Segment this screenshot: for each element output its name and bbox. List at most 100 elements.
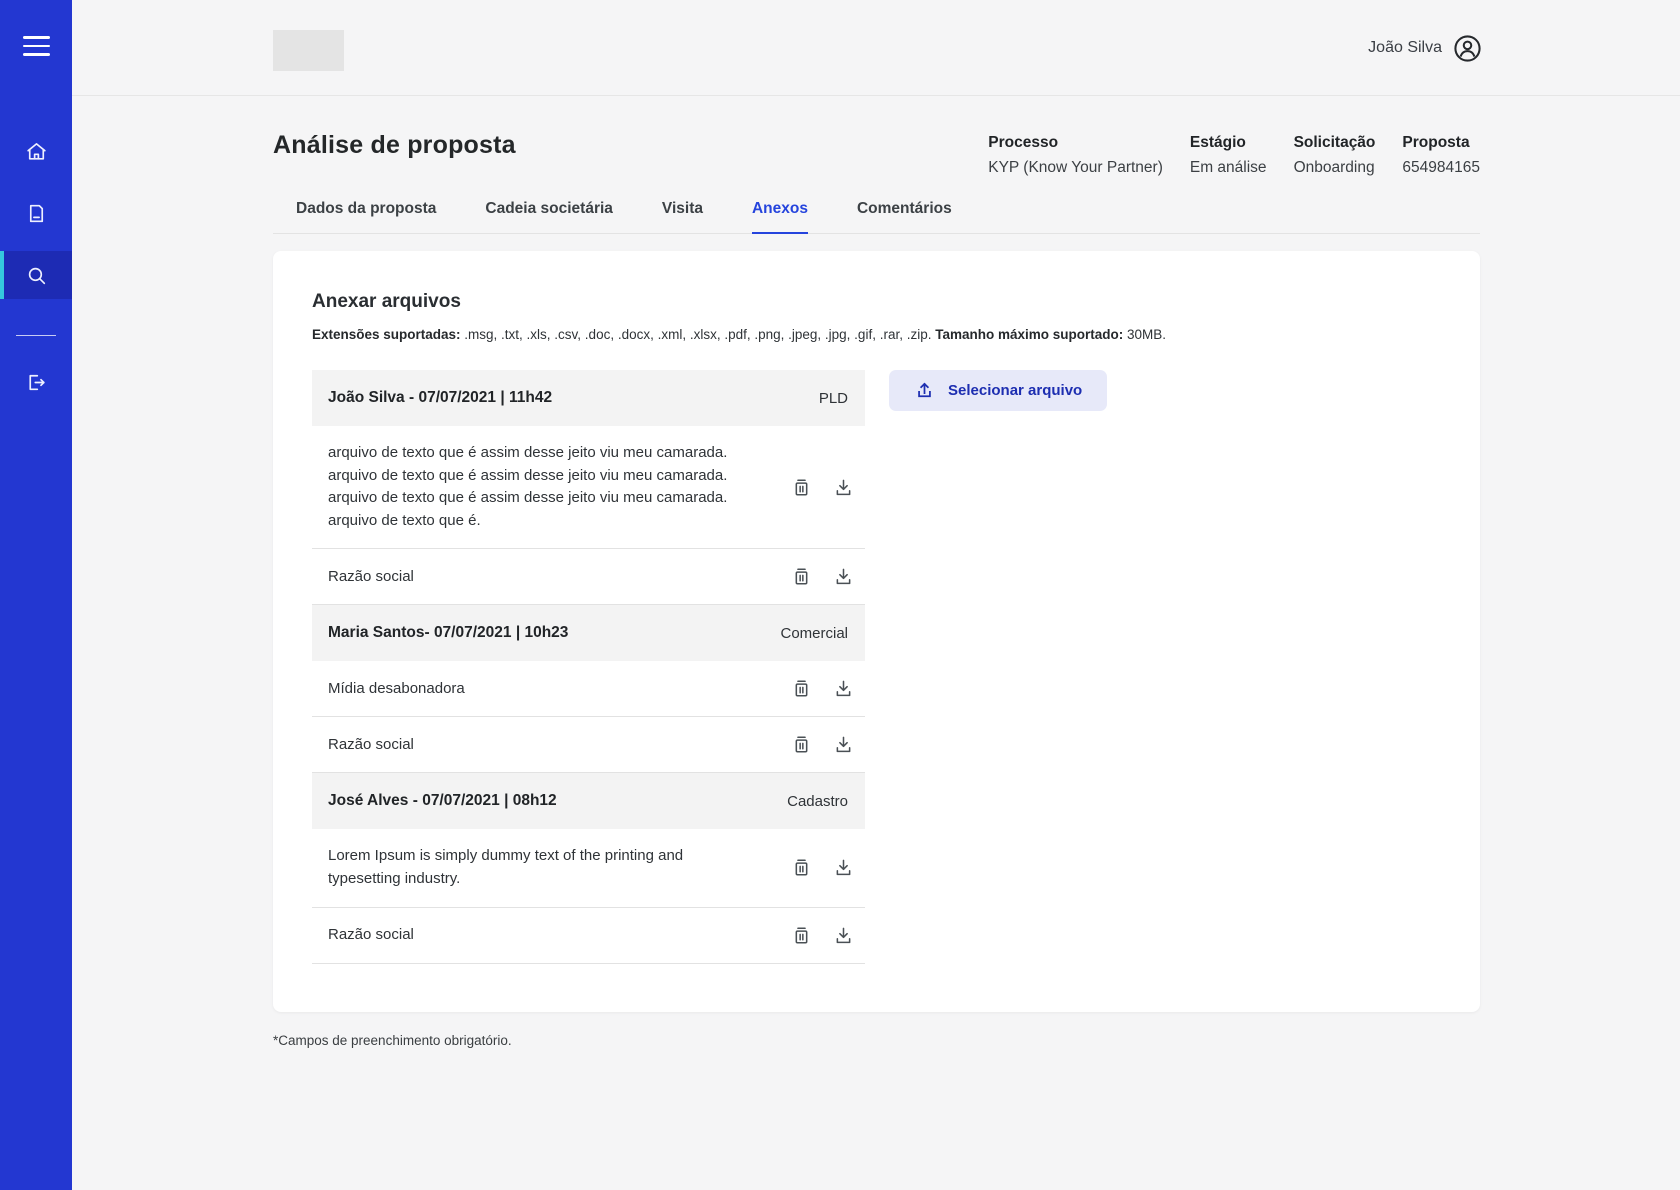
file-name: Lorem Ipsum is simply dummy text of the … bbox=[328, 845, 748, 890]
file-row-actions bbox=[790, 733, 855, 756]
file-group-header: José Alves - 07/07/2021 | 08h12 Cadastro bbox=[312, 773, 865, 829]
meta-value: Onboarding bbox=[1294, 159, 1376, 177]
supported-extensions-values: .msg, .txt, .xls, .csv, .doc, .docx, .xm… bbox=[461, 327, 936, 342]
search-icon bbox=[24, 263, 49, 288]
file-name: Razão social bbox=[328, 924, 414, 947]
sidebar-item-home[interactable] bbox=[0, 127, 72, 175]
tab-comentários[interactable]: Comentários bbox=[857, 200, 952, 234]
trash-icon bbox=[790, 476, 813, 499]
sidebar-item-search[interactable] bbox=[0, 251, 72, 299]
supported-extensions: Extensões suportadas: .msg, .txt, .xls, … bbox=[312, 327, 1440, 342]
hamburger-menu-icon[interactable] bbox=[23, 36, 50, 56]
attachments-heading: Anexar arquivos bbox=[312, 291, 1440, 313]
supported-extensions-label: Extensões suportadas: bbox=[312, 327, 461, 342]
max-size-label: Tamanho máximo suportado: bbox=[935, 327, 1123, 342]
download-icon bbox=[832, 476, 855, 499]
file-row-actions bbox=[790, 924, 855, 947]
delete-file-button[interactable] bbox=[790, 476, 813, 499]
file-list: João Silva - 07/07/2021 | 11h42 PLD arqu… bbox=[312, 370, 865, 964]
trash-icon bbox=[790, 856, 813, 879]
file-row: Razão social bbox=[312, 908, 865, 964]
file-group-rows: arquivo de texto que é assim desse jeito… bbox=[312, 426, 865, 605]
proposal-meta-item: Solicitação Onboarding bbox=[1294, 134, 1376, 177]
delete-file-button[interactable] bbox=[790, 924, 813, 947]
select-file-button-label: Selecionar arquivo bbox=[948, 382, 1082, 399]
proposal-meta-item: Estágio Em análise bbox=[1190, 134, 1267, 177]
sidebar-divider bbox=[16, 335, 56, 336]
user-name: João Silva bbox=[1368, 39, 1442, 57]
download-file-button[interactable] bbox=[832, 677, 855, 700]
logout-icon bbox=[24, 370, 49, 395]
upload-icon bbox=[914, 380, 935, 401]
file-group-rows: Mídia desabonadora Razão social bbox=[312, 661, 865, 773]
delete-file-button[interactable] bbox=[790, 565, 813, 588]
proposal-meta-item: Proposta 654984165 bbox=[1402, 134, 1480, 177]
tab-bar: Dados da proposta Cadeia societária Visi… bbox=[273, 200, 1480, 234]
file-group-title: José Alves - 07/07/2021 | 08h12 bbox=[328, 792, 557, 810]
file-row: Lorem Ipsum is simply dummy text of the … bbox=[312, 829, 865, 907]
sidebar bbox=[0, 0, 72, 1190]
home-icon bbox=[24, 139, 49, 164]
file-row: Razão social bbox=[312, 549, 865, 605]
title-row: Análise de proposta Processo KYP (Know Y… bbox=[273, 96, 1480, 177]
download-icon bbox=[832, 677, 855, 700]
delete-file-button[interactable] bbox=[790, 856, 813, 879]
user-avatar-icon bbox=[1453, 34, 1482, 63]
file-group-header: João Silva - 07/07/2021 | 11h42 PLD bbox=[312, 370, 865, 426]
delete-file-button[interactable] bbox=[790, 677, 813, 700]
download-icon bbox=[832, 856, 855, 879]
file-name: arquivo de texto que é assim desse jeito… bbox=[328, 442, 727, 532]
trash-icon bbox=[790, 565, 813, 588]
meta-label: Proposta bbox=[1402, 134, 1480, 152]
file-row-actions bbox=[790, 677, 855, 700]
app-logo bbox=[273, 30, 344, 71]
meta-label: Processo bbox=[988, 134, 1163, 152]
download-icon bbox=[832, 924, 855, 947]
file-group-rows: Lorem Ipsum is simply dummy text of the … bbox=[312, 829, 865, 963]
download-file-button[interactable] bbox=[832, 476, 855, 499]
file-group-tag: PLD bbox=[819, 390, 848, 407]
download-file-button[interactable] bbox=[832, 924, 855, 947]
file-group-tag: Cadastro bbox=[787, 793, 848, 810]
trash-icon bbox=[790, 924, 813, 947]
file-group-header: Maria Santos- 07/07/2021 | 10h23 Comerci… bbox=[312, 605, 865, 661]
page-title: Análise de proposta bbox=[273, 131, 516, 160]
file-name: Mídia desabonadora bbox=[328, 678, 465, 701]
meta-value: Em análise bbox=[1190, 159, 1267, 177]
attachments-card: Anexar arquivos Extensões suportadas: .m… bbox=[273, 251, 1480, 1012]
trash-icon bbox=[790, 677, 813, 700]
download-icon bbox=[832, 565, 855, 588]
file-row-actions bbox=[790, 856, 855, 879]
max-size-value: 30MB. bbox=[1123, 327, 1166, 342]
meta-value: 654984165 bbox=[1402, 159, 1480, 177]
tab-visita[interactable]: Visita bbox=[662, 200, 703, 234]
file-group-title: Maria Santos- 07/07/2021 | 10h23 bbox=[328, 624, 568, 642]
download-file-button[interactable] bbox=[832, 565, 855, 588]
sidebar-nav bbox=[0, 127, 72, 313]
top-header: João Silva bbox=[72, 0, 1680, 96]
sidebar-item-logout[interactable] bbox=[0, 358, 72, 406]
sidebar-item-documents[interactable] bbox=[0, 189, 72, 237]
proposal-meta-item: Processo KYP (Know Your Partner) bbox=[988, 134, 1163, 177]
download-file-button[interactable] bbox=[832, 733, 855, 756]
select-file-button[interactable]: Selecionar arquivo bbox=[889, 370, 1107, 411]
tab-cadeia-societária[interactable]: Cadeia societária bbox=[485, 200, 613, 234]
trash-icon bbox=[790, 733, 813, 756]
tab-dados-da-proposta[interactable]: Dados da proposta bbox=[296, 200, 436, 234]
download-file-button[interactable] bbox=[832, 856, 855, 879]
file-row-actions bbox=[790, 476, 855, 499]
main-content: Análise de proposta Processo KYP (Know Y… bbox=[273, 96, 1480, 1048]
file-group: José Alves - 07/07/2021 | 08h12 Cadastro… bbox=[312, 773, 865, 963]
user-menu[interactable]: João Silva bbox=[1368, 0, 1482, 96]
upload-column: Selecionar arquivo bbox=[889, 370, 1107, 411]
file-name: Razão social bbox=[328, 566, 414, 589]
attachments-body: João Silva - 07/07/2021 | 11h42 PLD arqu… bbox=[312, 370, 1440, 964]
file-row: arquivo de texto que é assim desse jeito… bbox=[312, 426, 865, 549]
file-group: João Silva - 07/07/2021 | 11h42 PLD arqu… bbox=[312, 370, 865, 605]
meta-label: Estágio bbox=[1190, 134, 1267, 152]
file-group: Maria Santos- 07/07/2021 | 10h23 Comerci… bbox=[312, 605, 865, 773]
file-row: Razão social bbox=[312, 717, 865, 773]
meta-value: KYP (Know Your Partner) bbox=[988, 159, 1163, 177]
delete-file-button[interactable] bbox=[790, 733, 813, 756]
tab-anexos[interactable]: Anexos bbox=[752, 200, 808, 234]
